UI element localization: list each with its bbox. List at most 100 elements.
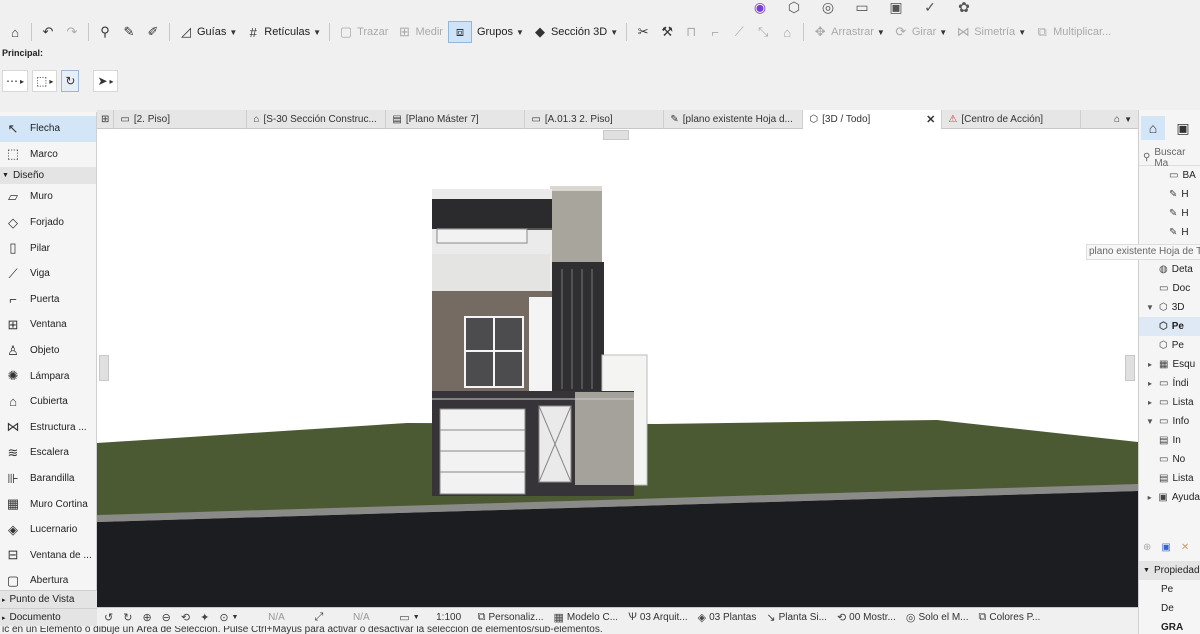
tool-lamp[interactable]: ✺ Lámpara [0, 363, 96, 389]
tree-item[interactable]: ✎ H [1139, 223, 1200, 242]
pen-set-dropdown[interactable]: ⧉ Personaliz... [475, 611, 547, 624]
rotate-button[interactable]: ⟳ Girar ▼ [890, 21, 950, 43]
guides-button[interactable]: ◿ Guías ▼ [175, 21, 240, 43]
trace-button[interactable]: ▢ Trazar [335, 21, 391, 43]
cube-icon[interactable]: ⬡ [784, 0, 804, 16]
zoom-in-button[interactable]: ⊕ [139, 611, 154, 624]
view-map-tab[interactable]: ▣ [1171, 116, 1195, 140]
tool-wall[interactable]: ▱ Muro [0, 184, 96, 210]
intersect-button[interactable]: ⊓ [680, 21, 702, 43]
offset-button[interactable]: ⟋ [728, 21, 750, 43]
inject-button[interactable]: ✐ [142, 21, 164, 43]
tool-slab[interactable]: ◇ Forjado [0, 210, 96, 236]
tool-object[interactable]: ♙ Objeto [0, 338, 96, 364]
rotation-dropdown[interactable]: ⤢ [311, 611, 326, 624]
properties-header[interactable]: ▼ Propiedad [1139, 561, 1200, 580]
groups-toggle[interactable]: ⧈ [447, 21, 472, 43]
tree-item[interactable]: ▤ Lista [1139, 469, 1200, 488]
redo-zoom-button[interactable]: ↻ [120, 611, 135, 624]
tab-action-center[interactable]: ⚠ [Centro de Acción] [942, 110, 1082, 129]
tree-folder[interactable]: ▸ ▦ Esqu [1139, 355, 1200, 374]
document-section-header[interactable]: ▸ Documento [0, 608, 97, 626]
3d-model-render[interactable] [97, 129, 1138, 607]
ar-icon[interactable]: ✓ [920, 0, 940, 16]
zoom-dropdown[interactable]: ⊙ ▼ [216, 611, 241, 624]
elevate-button[interactable]: ⌂ [776, 21, 798, 43]
section3d-button[interactable]: ◆ Sección 3D ▼ [529, 21, 621, 43]
marquee-type-button[interactable]: ⬚ ▸ [32, 70, 58, 92]
tab-3d[interactable]: ⬡ [3D / Todo] ✕ [803, 110, 943, 129]
split-button[interactable]: ✂ [632, 21, 654, 43]
layer-combo-dropdown[interactable]: ◈ 03 Plantas [695, 611, 760, 624]
tool-door[interactable]: ⌐ Puerta [0, 287, 96, 313]
add-icon[interactable]: ⊕ [1143, 542, 1151, 553]
tool-corner-window[interactable]: ⊟ Ventana de ... [0, 543, 96, 569]
pen-table-dropdown[interactable]: Ѱ 03 Arquit... [625, 611, 691, 623]
tree-item[interactable]: ▭ No [1139, 450, 1200, 469]
photo-icon[interactable]: ▣ [886, 0, 906, 16]
selection-method-button[interactable]: ⋯ ▸ [2, 70, 29, 92]
measure-button[interactable]: ⊞ Medir [393, 21, 446, 43]
close-icon[interactable]: ✕ [926, 113, 935, 126]
structure-display-dropdown[interactable]: ◎ Solo el M... [903, 611, 972, 624]
camera-icon[interactable]: ◎ [818, 0, 838, 16]
tree-item[interactable]: ✎ H [1139, 204, 1200, 223]
pick-up-button[interactable]: ✎ [118, 21, 140, 43]
fillet-button[interactable]: ⌐ [704, 21, 726, 43]
zoom-out-button[interactable]: ⊖ [159, 611, 174, 624]
mirror-button[interactable]: ⋈ Simetría ▼ [952, 21, 1029, 43]
grids-button[interactable]: # Retículas ▼ [242, 21, 324, 43]
viewport-right-handle[interactable] [1125, 355, 1135, 381]
arrow-mode-button[interactable]: ➤ ▸ [93, 70, 118, 92]
tab-overview[interactable]: ⊞ [97, 110, 115, 129]
adjust-button[interactable]: ⚒ [656, 21, 678, 43]
tool-curtain-wall[interactable]: ▦ Muro Cortina [0, 491, 96, 517]
model-view-dropdown[interactable]: ▦ Modelo C... [551, 611, 622, 624]
tree-folder[interactable]: ▸ ▭ Índi [1139, 374, 1200, 393]
home-button[interactable]: ⌂ [4, 21, 26, 43]
orbit-button[interactable]: ⟲ [178, 611, 193, 624]
tab-menu[interactable]: ⌂ ▼ [1108, 110, 1138, 129]
design-section-header[interactable]: ▼ Diseño [0, 167, 96, 185]
cube-settings-icon[interactable]: ✿ [954, 0, 974, 16]
undo-zoom-button[interactable]: ↺ [101, 611, 116, 624]
tree-folder[interactable]: ▸ ▭ Lista [1139, 393, 1200, 412]
app-icon[interactable]: ◉ [750, 0, 770, 16]
viewport-left-handle[interactable] [99, 355, 109, 381]
scale-dropdown[interactable]: ▭ ▼ [396, 611, 422, 624]
tab-layout[interactable]: ▭ [A.01.3 2. Piso] [525, 110, 665, 129]
tree-item[interactable]: ◍ Deta [1139, 260, 1200, 279]
window-icon[interactable]: ▭ [852, 0, 872, 16]
tree-item[interactable]: ✎ H [1139, 185, 1200, 204]
tab-section[interactable]: ⌂ [S-30 Sección Construc... [247, 110, 387, 129]
project-map-tab[interactable]: ⌂ [1141, 116, 1165, 140]
tree-folder-3d[interactable]: ▼ ⬡ 3D [1139, 298, 1200, 317]
navigator-search[interactable]: ⚲ Buscar Ma [1139, 147, 1200, 169]
dimension-dropdown[interactable]: ↘ Planta Si... [763, 611, 830, 624]
walk-button[interactable]: ✦ [197, 611, 212, 624]
tool-railing[interactable]: ⊪ Barandilla [0, 466, 96, 492]
view-settings-icon[interactable]: ▣ [1161, 542, 1170, 553]
rotated-marquee-button[interactable]: ↻ [61, 70, 80, 92]
tool-window[interactable]: ⊞ Ventana [0, 312, 96, 338]
multiply-button[interactable]: ⧉ Multiplicar... [1031, 21, 1114, 43]
drag-button[interactable]: ✥ Arrastrar ▼ [809, 21, 888, 43]
tab-master-layout[interactable]: ▤ [Plano Máster 7] [386, 110, 526, 129]
tab-worksheet[interactable]: ✎ [plano existente Hoja d... [664, 110, 804, 129]
viewport-top-handle[interactable] [603, 130, 629, 140]
tool-roof[interactable]: ⌂ Cubierta [0, 389, 96, 415]
tree-item[interactable]: ▭ BA [1139, 166, 1200, 185]
graphic-override-dropdown[interactable]: ⧉ Colores P... [976, 611, 1044, 624]
tool-structure[interactable]: ⋈ Estructura ... [0, 415, 96, 441]
tool-column[interactable]: ▯ Pilar [0, 235, 96, 261]
tool-skylight[interactable]: ◈ Lucernario [0, 517, 96, 543]
tree-folder[interactable]: ▸ ▣ Ayuda [1139, 488, 1200, 507]
tool-marquee[interactable]: ⬚ Marco [0, 142, 96, 168]
tool-stair[interactable]: ≋ Escalera [0, 440, 96, 466]
undo-button[interactable]: ↶ [37, 21, 59, 43]
redo-button[interactable]: ↷ [61, 21, 83, 43]
renovation-dropdown[interactable]: ⟲ 00 Mostr... [834, 611, 899, 624]
tab-floor-plan[interactable]: ▭ [2. Piso] [114, 110, 248, 129]
tree-item-selected[interactable]: ⬡ Pe [1139, 317, 1200, 336]
tool-beam[interactable]: ⟋ Viga [0, 261, 96, 287]
